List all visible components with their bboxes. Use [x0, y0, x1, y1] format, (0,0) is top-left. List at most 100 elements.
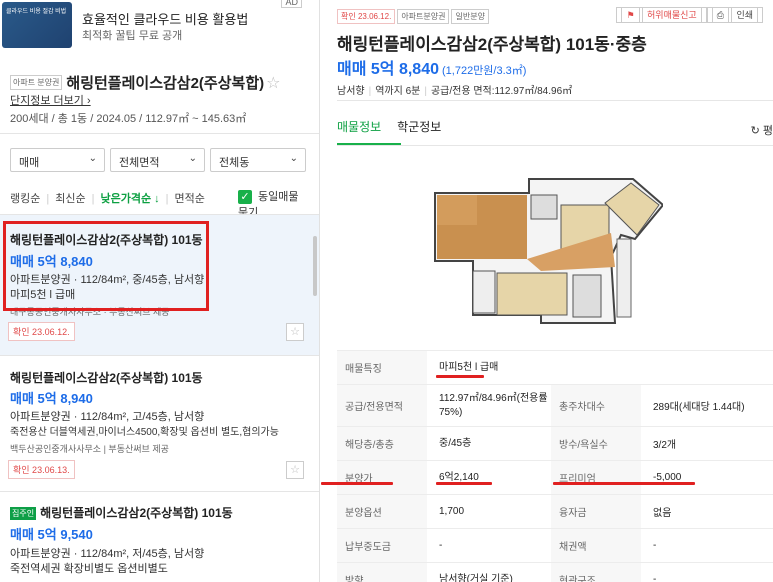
area-summary: 공급/전용 면적:112.97㎡/84.96㎡ [430, 86, 573, 97]
complex-type-tag: 아파트 분양권 [10, 75, 63, 90]
detail-title: 해링턴플레이스감삼2(주상복합) 101동·중층 [337, 35, 647, 54]
confirm-date-badge: 확인 23.06.12. [337, 9, 396, 24]
list-item[interactable]: 해링턴플레이스감삼2(주상복합) 101동 매매 5억 8,940 아파트분양권… [0, 356, 319, 491]
area-value: 전체면적 [119, 157, 160, 169]
complex-header: 아파트 분양권 해링턴플레이스감삼2(주상복합) ☆ [10, 72, 309, 93]
sort-area[interactable]: 면적순 [174, 193, 204, 205]
highlight-underline [553, 482, 695, 485]
favorite-star-icon[interactable]: ☆ [266, 75, 280, 92]
check-icon: ✓ [238, 190, 252, 205]
sort-latest[interactable]: 최신순 [55, 193, 85, 205]
filter-bar: 매매 ⌄ 전체면적 ⌄ 전체동 ⌄ [10, 148, 310, 172]
row-value: - [653, 574, 657, 582]
detail-actions: ⚑ 허위매물신고 ⎙ 인쇄 [616, 7, 763, 23]
listing-feature: 죽전역세권 확장비별도 옵션비별도 [10, 563, 168, 575]
siren-icon: ⚑ [621, 7, 640, 23]
favorite-star-icon[interactable]: ☆ [286, 323, 304, 341]
row-header: 방향 [337, 563, 427, 582]
highlight-underline [321, 482, 393, 485]
sort-bar: 랭킹순|최신순|낮은가격순 ↓|면적순 ✓동일매물 묶기 [10, 190, 310, 219]
chevron-down-icon: ⌄ [188, 153, 197, 164]
favorite-star-icon[interactable]: ☆ [286, 461, 304, 479]
table-row: 분양옵션 1,700 융자금 없음 [337, 494, 773, 528]
row-header: 채권액 [551, 529, 641, 562]
scrollbar[interactable] [313, 236, 317, 296]
ad-thumbnail: 클라우드 비용 절감 비법 [2, 2, 72, 48]
print-label: 인쇄 [731, 7, 758, 23]
listing-desc: 아파트분양권 · 112/84m², 저/45층, 남서향 [10, 548, 205, 560]
station-distance: 역까지 6분 [375, 86, 421, 97]
ad-title: 효율적인 클라우드 비용 활용법 [82, 12, 249, 27]
sort-ranking[interactable]: 랭킹순 [10, 193, 40, 205]
sale-type-tag: 일반분양 [451, 9, 489, 24]
row-header: 분양가 [337, 461, 427, 494]
price-per-area: (1,722만원/3.3㎡) [442, 65, 527, 77]
row-header: 프리미엄 [551, 461, 641, 494]
highlight-underline [436, 482, 492, 485]
detail-tags: 확인 23.06.12. 아파트분양권 일반분양 [337, 8, 491, 24]
row-header: 분양옵션 [337, 495, 427, 528]
table-row: 매물특징 마피5천 l 급매 [337, 350, 773, 384]
owner-tag: 집주인 [10, 507, 37, 521]
area-select[interactable]: 전체면적 ⌄ [110, 148, 205, 172]
row-header: 방수/욕실수 [551, 427, 641, 460]
tab-listing-info[interactable]: 매물정보 [337, 118, 381, 135]
row-header: 현관구조 [551, 563, 641, 582]
detail-price-value: 매매 5억 8,840 [337, 61, 439, 78]
utility-room [616, 238, 632, 318]
row-header: 융자금 [551, 495, 641, 528]
table-row: 분양가 6억2,140 프리미엄 -5,000 [337, 460, 773, 494]
print-icon: ⎙ [711, 7, 729, 23]
balcony [572, 274, 602, 318]
row-value: - [439, 539, 443, 551]
row-value: -5,000 [653, 472, 682, 483]
divider [337, 145, 773, 146]
row-value: 3/2개 [653, 440, 677, 451]
table-row: 공급/전용면적 112.97㎡/84.96㎡(전용률75%) 총주차대수 289… [337, 384, 773, 426]
report-button[interactable]: ⚑ 허위매물신고 [616, 7, 707, 23]
complex-info: 200세대 / 총 1동 / 2024.05 / 112.97㎡ ~ 145.6… [10, 113, 247, 125]
print-button[interactable]: ⎙ 인쇄 [706, 7, 763, 23]
ad-badge: AD [281, 0, 302, 8]
ad-banner[interactable]: 클라우드 비용 절감 비법 효율적인 클라우드 비용 활용법 최적화 꿀팁 무료… [0, 0, 319, 56]
row-value: 6억2,140 [439, 471, 479, 483]
list-item[interactable]: 집주인 해링턴플레이스감삼2(주상복합) 101동 매매 5억 9,540 아파트… [0, 492, 319, 582]
trade-type-select[interactable]: 매매 ⌄ [10, 148, 105, 172]
row-value: 289대(세대당 1.44대) [653, 402, 745, 413]
kitchen [437, 195, 477, 225]
direction: 남서향 [337, 86, 365, 97]
row-value: 중/45층 [439, 437, 472, 449]
row-header: 총주차대수 [551, 385, 641, 426]
confirm-date-badge: 확인 23.06.13. [8, 460, 75, 479]
listing-title: 집주인 해링턴플레이스감삼2(주상복합) 101동 [10, 504, 233, 521]
listing-agent: 백두산공인중개사사무소 | 부동산써브 제공 [10, 444, 169, 454]
row-value: 1,700 [439, 505, 465, 517]
row-value: 112.97㎡/84.96㎡(전용률75%) [439, 393, 548, 418]
chevron-down-icon: ⌄ [88, 153, 97, 164]
row-value: 마피5천 l 급매 [439, 361, 499, 373]
detail-tabs: 매물정보 학군정보 [337, 118, 457, 135]
row-header: 해당층/총층 [337, 427, 427, 460]
table-row: 해당층/총층 중/45층 방수/욕실수 3/2개 [337, 426, 773, 460]
listing-desc: 아파트분양권 · 112/84m², 고/45층, 남서향 [10, 411, 205, 423]
floor-plan-image[interactable] [433, 175, 663, 325]
table-row: 납부중도금 - 채권액 - [337, 528, 773, 562]
sort-low-price[interactable]: 낮은가격순 ↓ [100, 193, 159, 205]
building-select[interactable]: 전체동 ⌄ [210, 148, 306, 172]
divider [337, 100, 773, 101]
row-header: 납부중도금 [337, 529, 427, 562]
detail-panel: 확인 23.06.12. 아파트분양권 일반분양 ⚑ 허위매물신고 ⎙ 인쇄 해링턴플… [321, 0, 773, 582]
detail-price: 매매 5억 8,840 (1,722만원/3.3㎡) [337, 55, 526, 79]
listing-title: 해링턴플레이스감삼2(주상복합) 101동 [10, 371, 203, 385]
complex-info-link[interactable]: 단지정보 더보기 › [10, 92, 91, 108]
type-tag: 아파트분양권 [397, 9, 450, 24]
complex-name[interactable]: 해링턴플레이스감삼2(주상복합) [66, 75, 264, 92]
building-value: 전체동 [219, 157, 250, 169]
unit-toggle-button[interactable]: ↻ 평 [751, 122, 773, 138]
ad-subtitle: 최적화 꿀팁 무료 공개 [82, 30, 183, 42]
row-header: 매물특징 [337, 351, 427, 384]
divider [0, 133, 319, 134]
master-room [496, 272, 568, 316]
tab-school-info[interactable]: 학군정보 [397, 118, 441, 135]
listing-price: 매매 5억 9,540 [10, 527, 93, 542]
